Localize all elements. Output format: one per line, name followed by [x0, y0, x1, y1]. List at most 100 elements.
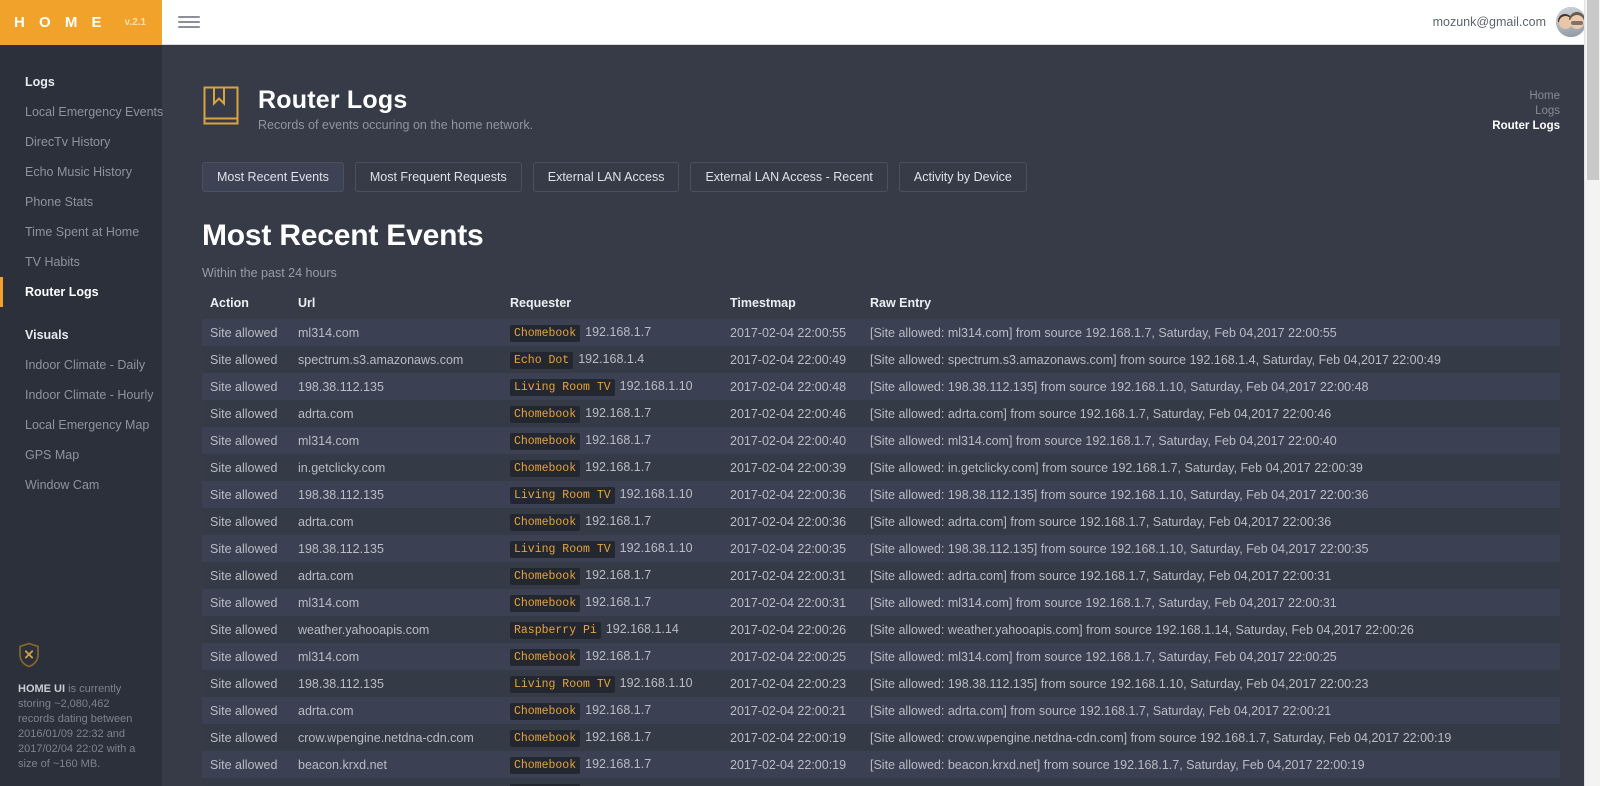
cell-action: Site allowed: [202, 697, 290, 724]
sidebar-item-local-emergency-map[interactable]: Local Emergency Map: [0, 410, 162, 440]
cell-timestamp: 2017-02-04 22:00:31: [722, 589, 862, 616]
cell-action: Site allowed: [202, 319, 290, 346]
column-header-timestmap[interactable]: Timestmap: [722, 296, 862, 319]
cell-action: Site allowed: [202, 373, 290, 400]
cell-raw-entry: [Site allowed: crow.wpengine.netdna-cdn.…: [862, 724, 1560, 751]
table-row[interactable]: Site allowedml314.comChomebook192.168.1.…: [202, 589, 1560, 616]
cell-requester: Chomebook 192.168.1.7: [502, 751, 722, 778]
sidebar-spacer: [0, 307, 162, 320]
sidebar-item-phone-stats[interactable]: Phone Stats: [0, 187, 162, 217]
table-row[interactable]: Site allowedrtd.tubemogul.comChomebook19…: [202, 778, 1560, 786]
sidebar-item-directv-history[interactable]: DirecTv History: [0, 127, 162, 157]
cell-timestamp: 2017-02-04 22:00:46: [722, 400, 862, 427]
storage-app-name: HOME UI: [18, 683, 65, 695]
cell-url: 198.38.112.135: [290, 535, 502, 562]
table-row[interactable]: Site allowedadrta.comChomebook192.168.1.…: [202, 508, 1560, 535]
cell-raw-entry: [Site allowed: 198.38.112.135] from sour…: [862, 373, 1560, 400]
user-account-menu[interactable]: mozunk@gmail.com: [1433, 7, 1586, 37]
column-header-requester[interactable]: Requester: [502, 296, 722, 319]
table-row[interactable]: Site allowedweather.yahooapis.comRaspber…: [202, 616, 1560, 643]
sidebar-item-local-emergency-events[interactable]: Local Emergency Events: [0, 97, 162, 127]
tab-external-lan-access[interactable]: External LAN Access: [533, 162, 680, 192]
device-badge: Living Room TV: [510, 379, 615, 396]
cell-raw-entry: [Site allowed: adrta.com] from source 19…: [862, 400, 1560, 427]
brand-logo[interactable]: H O M E v.2.1: [0, 0, 162, 45]
table-row[interactable]: Site allowed198.38.112.135Living Room TV…: [202, 481, 1560, 508]
device-ip: 192.168.1.7: [585, 757, 651, 771]
cell-action: Site allowed: [202, 616, 290, 643]
table-row[interactable]: Site allowedml314.comChomebook192.168.1.…: [202, 427, 1560, 454]
page-scrollbar[interactable]: [1584, 0, 1600, 786]
column-header-raw-entry[interactable]: Raw Entry: [862, 296, 1560, 319]
table-row[interactable]: Site allowedadrta.comChomebook192.168.1.…: [202, 697, 1560, 724]
column-header-action[interactable]: Action: [202, 296, 290, 319]
sidebar-item-tv-habits[interactable]: TV Habits: [0, 247, 162, 277]
sidebar-item-echo-music-history[interactable]: Echo Music History: [0, 157, 162, 187]
page-title: Router Logs: [258, 85, 533, 115]
app-root: H O M E v.2.1 LogsLocal Emergency Events…: [0, 0, 1600, 786]
sidebar-item-indoor-climate-daily[interactable]: Indoor Climate - Daily: [0, 350, 162, 380]
scrollbar-thumb[interactable]: [1587, 0, 1599, 180]
table-row[interactable]: Site allowedadrta.comChomebook192.168.1.…: [202, 400, 1560, 427]
sidebar-item-gps-map[interactable]: GPS Map: [0, 440, 162, 470]
page-header-left: Router Logs Records of events occuring o…: [202, 85, 533, 132]
sidebar-item-indoor-climate-hourly[interactable]: Indoor Climate - Hourly: [0, 380, 162, 410]
book-bookmark-icon: [202, 85, 240, 132]
device-ip: 192.168.1.7: [585, 649, 651, 663]
device-badge: Living Room TV: [510, 541, 615, 558]
tab-most-frequent-requests[interactable]: Most Frequent Requests: [355, 162, 522, 192]
cell-url: ml314.com: [290, 643, 502, 670]
device-badge: Chomebook: [510, 325, 580, 342]
cell-timestamp: 2017-02-04 22:00:36: [722, 508, 862, 535]
device-ip: 192.168.1.7: [585, 460, 651, 474]
sidebar-item-router-logs[interactable]: Router Logs: [0, 277, 162, 307]
table-row[interactable]: Site allowed198.38.112.135Living Room TV…: [202, 373, 1560, 400]
cell-url: ml314.com: [290, 427, 502, 454]
breadcrumb-item-logs[interactable]: Logs: [1492, 104, 1560, 119]
table-row[interactable]: Site allowed198.38.112.135Living Room TV…: [202, 535, 1560, 562]
table-row[interactable]: Site allowedspectrum.s3.amazonaws.comEch…: [202, 346, 1560, 373]
tab-external-lan-access-recent[interactable]: External LAN Access - Recent: [690, 162, 887, 192]
tab-most-recent-events[interactable]: Most Recent Events: [202, 162, 344, 192]
column-header-url[interactable]: Url: [290, 296, 502, 319]
page-subtitle: Records of events occuring on the home n…: [258, 118, 533, 132]
breadcrumb: HomeLogsRouter Logs: [1492, 85, 1560, 134]
device-badge: Chomebook: [510, 757, 580, 774]
cell-raw-entry: [Site allowed: in.getclicky.com] from so…: [862, 454, 1560, 481]
cell-action: Site allowed: [202, 481, 290, 508]
device-ip: 192.168.1.10: [620, 676, 693, 690]
cell-action: Site allowed: [202, 508, 290, 535]
hamburger-menu-icon[interactable]: [178, 14, 200, 30]
cell-requester: Chomebook192.168.1.7: [502, 724, 722, 751]
section-note: Within the past 24 hours: [202, 266, 1560, 280]
table-row[interactable]: Site allowedin.getclicky.comChomebook192…: [202, 454, 1560, 481]
device-badge: Echo Dot: [510, 352, 573, 369]
user-avatar[interactable]: [1556, 7, 1586, 37]
table-row[interactable]: Site allowedml314.comChomebook192.168.1.…: [202, 319, 1560, 346]
cell-raw-entry: [Site allowed: beacon.krxd.net] from sou…: [862, 751, 1560, 778]
page-title-block: Router Logs Records of events occuring o…: [258, 85, 533, 132]
device-badge: Raspberry Pi: [510, 622, 601, 639]
table-row[interactable]: Site allowedbeacon.krxd.netChomebook192.…: [202, 751, 1560, 778]
device-ip: 192.168.1.7: [585, 433, 651, 447]
cell-url: beacon.krxd.net: [290, 751, 502, 778]
cell-timestamp: 2017-02-04 22:00:39: [722, 454, 862, 481]
device-badge: Chomebook: [510, 406, 580, 423]
tab-bar: Most Recent Events Most Frequent Requests…: [202, 162, 1560, 192]
device-ip: 192.168.1.10: [620, 379, 693, 393]
table-row[interactable]: Site allowedadrta.comChomebook192.168.1.…: [202, 562, 1560, 589]
cell-timestamp: 2017-02-04 22:00:18: [722, 778, 862, 786]
device-ip: 192.168.1.4: [578, 352, 644, 366]
cell-timestamp: 2017-02-04 22:00:19: [722, 751, 862, 778]
sidebar-nav: LogsLocal Emergency EventsDirecTv Histor…: [0, 45, 162, 642]
tab-activity-by-device[interactable]: Activity by Device: [899, 162, 1027, 192]
table-row[interactable]: Site allowedml314.comChomebook192.168.1.…: [202, 643, 1560, 670]
device-badge: Chomebook: [510, 703, 580, 720]
sidebar-item-time-spent-at-home[interactable]: Time Spent at Home: [0, 217, 162, 247]
breadcrumb-item-home[interactable]: Home: [1492, 89, 1560, 104]
device-ip: 192.168.1.10: [620, 487, 693, 501]
table-row[interactable]: Site allowedcrow.wpengine.netdna-cdn.com…: [202, 724, 1560, 751]
table-row[interactable]: Site allowed198.38.112.135Living Room TV…: [202, 670, 1560, 697]
sidebar-item-window-cam[interactable]: Window Cam: [0, 470, 162, 500]
device-ip: 192.168.1.7: [585, 514, 651, 528]
